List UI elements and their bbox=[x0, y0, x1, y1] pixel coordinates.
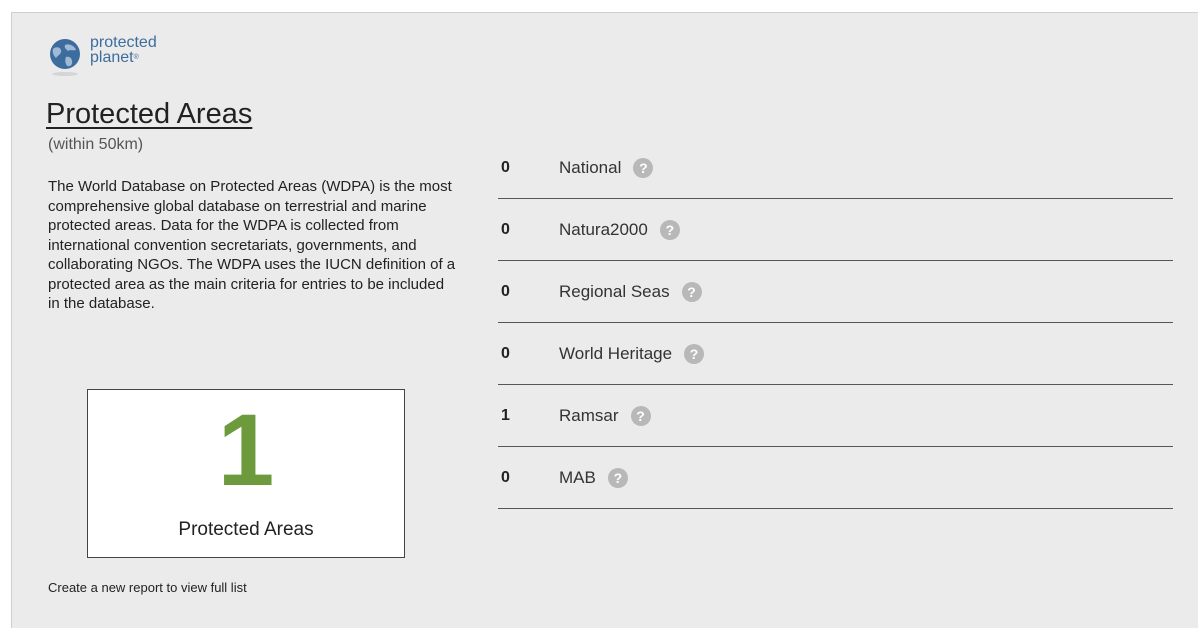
category-label: World Heritage ? bbox=[559, 344, 705, 364]
category-label-text: Ramsar bbox=[559, 406, 619, 425]
logo-line-protected: protected bbox=[90, 34, 157, 51]
logo-line-planet-text: planet bbox=[90, 49, 134, 66]
help-icon[interactable]: ? bbox=[681, 282, 702, 302]
page-subtitle: (within 50km) bbox=[48, 136, 144, 153]
category-count: 0 bbox=[501, 283, 510, 300]
help-icon[interactable]: ? bbox=[630, 406, 651, 426]
protected-areas-count-label: Protected Areas bbox=[178, 519, 314, 540]
category-list: 0 National ? 0 Natura2000 ? 0 Regional S… bbox=[498, 137, 1173, 509]
category-count: 0 bbox=[501, 159, 510, 176]
category-label-text: MAB bbox=[559, 468, 596, 487]
category-count: 0 bbox=[501, 345, 510, 362]
wdpa-description: The World Database on Protected Areas (W… bbox=[48, 178, 456, 312]
registered-mark: ® bbox=[133, 54, 139, 61]
category-label: Regional Seas ? bbox=[559, 282, 702, 302]
category-label-text: National bbox=[559, 158, 622, 177]
help-icon[interactable]: ? bbox=[607, 468, 628, 488]
page-title: Protected Areas bbox=[46, 98, 253, 130]
protected-areas-panel: protected planet® Protected Areas (withi… bbox=[11, 12, 1198, 628]
category-label: MAB ? bbox=[559, 468, 628, 488]
category-row-national: 0 National ? bbox=[498, 137, 1173, 199]
category-row-mab: 0 MAB ? bbox=[498, 447, 1173, 509]
category-label: National ? bbox=[559, 158, 654, 178]
help-icon[interactable]: ? bbox=[633, 158, 654, 178]
category-row-regional-seas: 0 Regional Seas ? bbox=[498, 261, 1173, 323]
category-label-text: World Heritage bbox=[559, 344, 673, 363]
globe-icon bbox=[50, 39, 80, 76]
category-count: 1 bbox=[501, 407, 510, 424]
protected-areas-count: 1 bbox=[217, 393, 275, 507]
create-report-link[interactable]: Create a new report to view full list bbox=[48, 580, 247, 595]
category-label-text: Regional Seas bbox=[559, 282, 670, 301]
category-count: 0 bbox=[501, 221, 510, 238]
category-row-ramsar: 1 Ramsar ? bbox=[498, 385, 1173, 447]
category-count: 0 bbox=[501, 469, 510, 486]
category-label: Ramsar ? bbox=[559, 406, 651, 426]
category-label-text: Natura2000 bbox=[559, 220, 648, 239]
category-label: Natura2000 ? bbox=[559, 220, 680, 240]
category-row-natura2000: 0 Natura2000 ? bbox=[498, 199, 1173, 261]
category-row-world-heritage: 0 World Heritage ? bbox=[498, 323, 1173, 385]
protected-areas-count-card: 1 Protected Areas bbox=[87, 389, 405, 558]
help-icon[interactable]: ? bbox=[659, 220, 680, 240]
logo-wordmark: protected planet® bbox=[90, 34, 157, 66]
protected-planet-logo[interactable]: protected planet® bbox=[48, 35, 208, 83]
logo-line-planet: planet® bbox=[90, 49, 157, 66]
help-icon[interactable]: ? bbox=[684, 344, 705, 364]
